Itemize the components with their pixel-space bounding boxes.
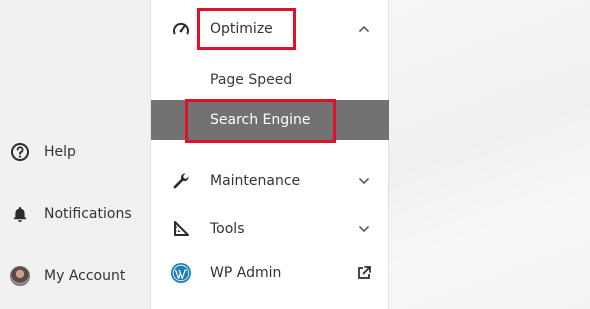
chevron-down-icon[interactable]	[356, 173, 372, 189]
wp-admin-label: WP Admin	[210, 265, 282, 281]
menu-item-tools[interactable]: Tools	[151, 209, 390, 249]
notifications-label: Notifications	[44, 206, 132, 222]
external-link-icon[interactable]	[356, 265, 372, 281]
my-account-label: My Account	[44, 268, 126, 284]
help-label: Help	[44, 144, 76, 160]
bell-icon	[10, 204, 30, 224]
wrench-icon	[170, 170, 192, 192]
help-circle-icon	[10, 142, 30, 162]
avatar	[10, 266, 30, 286]
notifications-nav-item[interactable]: Notifications	[0, 197, 150, 231]
search-engine-label: Search Engine	[210, 112, 311, 128]
gauge-icon	[170, 18, 192, 40]
submenu-item-page-speed[interactable]: Page Speed	[151, 60, 390, 100]
optimize-label: Optimize	[210, 21, 273, 37]
chevron-down-icon[interactable]	[356, 221, 372, 237]
my-account-nav-item[interactable]: My Account	[0, 259, 150, 293]
sidebar-menu-panel: Optimize Page Speed Search Engine Mainte…	[150, 0, 390, 309]
menu-item-wp-admin[interactable]: WP Admin	[151, 253, 390, 293]
chevron-up-icon[interactable]	[356, 21, 372, 37]
set-square-icon	[170, 218, 192, 240]
maintenance-label: Maintenance	[210, 173, 301, 189]
page-speed-label: Page Speed	[210, 72, 293, 88]
submenu-item-search-engine[interactable]: Search Engine	[151, 100, 390, 140]
content-area-background	[389, 0, 590, 309]
wordpress-icon	[170, 262, 192, 284]
menu-item-maintenance[interactable]: Maintenance	[151, 161, 390, 201]
menu-item-optimize[interactable]: Optimize	[151, 9, 390, 49]
left-nav-rail: Help Notifications My Account	[0, 0, 150, 309]
help-nav-item[interactable]: Help	[0, 135, 150, 169]
tools-label: Tools	[210, 221, 245, 237]
